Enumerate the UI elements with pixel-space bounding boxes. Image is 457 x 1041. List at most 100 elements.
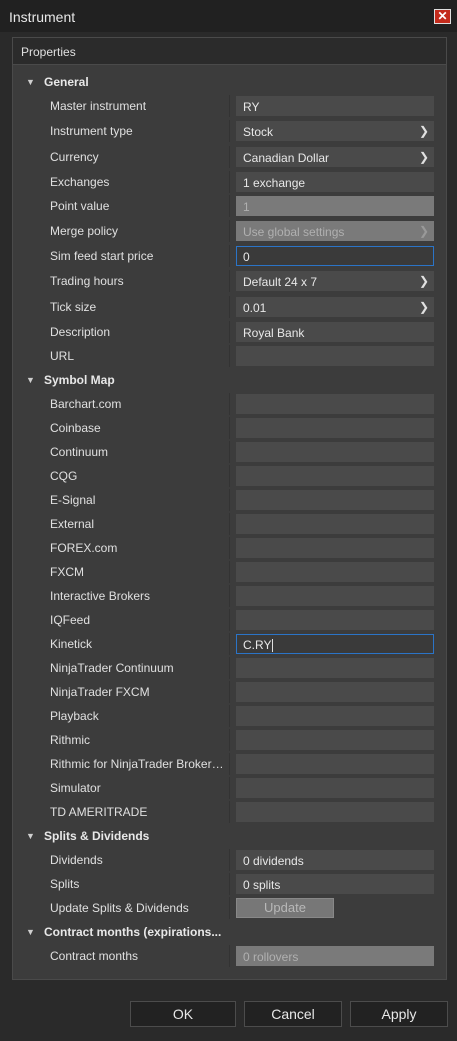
symbol-field[interactable] [236, 442, 434, 462]
column-divider [229, 513, 230, 535]
contract-months-field: 0 rollovers [236, 946, 434, 966]
field-label: IQFeed [50, 613, 91, 627]
symbol-field[interactable] [236, 514, 434, 534]
symbol-field[interactable] [236, 418, 434, 438]
column-divider [229, 120, 230, 142]
column-divider [229, 220, 230, 242]
text-cursor [272, 639, 274, 653]
field-value: C.RY [243, 638, 272, 652]
field-label: Dividends [50, 853, 103, 867]
field-label: Barchart.com [50, 397, 122, 411]
sim-feed-start-price-field[interactable]: 0 [236, 246, 434, 266]
row-sim-feed: Sim feed start price 0 [13, 245, 446, 267]
trading-hours-select[interactable]: Default 24 x 7 ❯ [236, 271, 434, 291]
row-symbol-map: FOREX.com [13, 537, 446, 559]
field-label: Tick size [50, 300, 97, 314]
column-divider [229, 417, 230, 439]
update-button[interactable]: Update [236, 898, 334, 918]
field-label: Rithmic [50, 733, 91, 747]
column-divider [229, 296, 230, 318]
field-label: Description [50, 325, 111, 339]
row-symbol-map: Playback [13, 705, 446, 727]
symbol-field[interactable] [236, 754, 434, 774]
kinetick-symbol-field[interactable]: C.RY [236, 634, 434, 654]
row-symbol-map: IQFeed [13, 609, 446, 631]
column-divider [229, 849, 230, 871]
row-merge-policy: Merge policy Use global settings ❯ [13, 220, 446, 242]
symbol-field[interactable] [236, 778, 434, 798]
column-divider [229, 245, 230, 267]
symbol-field[interactable] [236, 490, 434, 510]
description-field[interactable]: Royal Bank [236, 322, 434, 342]
section-title: General [44, 75, 89, 89]
column-divider [229, 801, 230, 823]
symbol-field[interactable] [236, 658, 434, 678]
symbol-field[interactable] [236, 394, 434, 414]
symbol-field[interactable] [236, 562, 434, 582]
section-title: Symbol Map [44, 373, 115, 387]
caret-down-icon: ▼ [26, 77, 35, 87]
row-dividends: Dividends 0 dividends [13, 849, 446, 871]
row-symbol-map: FXCM [13, 561, 446, 583]
select-value: Stock [243, 125, 274, 139]
symbol-field[interactable] [236, 610, 434, 630]
field-label: Kinetick [50, 637, 93, 651]
row-contract-months: Contract months 0 rollovers [13, 945, 446, 967]
symbol-field[interactable] [236, 730, 434, 750]
symbol-field[interactable] [236, 466, 434, 486]
tick-size-select[interactable]: 0.01 ❯ [236, 297, 434, 317]
url-field[interactable] [236, 346, 434, 366]
caret-down-icon: ▼ [26, 927, 35, 937]
currency-select[interactable]: Canadian Dollar ❯ [236, 147, 434, 167]
column-divider [229, 146, 230, 168]
column-divider [229, 95, 230, 117]
section-contract-months[interactable]: ▼ Contract months (expirations... [13, 921, 446, 943]
column-divider [229, 561, 230, 583]
column-divider [229, 195, 230, 217]
splits-field[interactable]: 0 splits [236, 874, 434, 894]
symbol-field[interactable] [236, 706, 434, 726]
field-label: TD AMERITRADE [50, 805, 148, 819]
apply-button[interactable]: Apply [350, 1001, 448, 1027]
column-divider [229, 537, 230, 559]
column-divider [229, 441, 230, 463]
cancel-button[interactable]: Cancel [244, 1001, 342, 1027]
field-label: URL [50, 349, 75, 363]
row-symbol-map: NinjaTrader FXCM [13, 681, 446, 703]
field-label: Interactive Brokers [50, 589, 151, 603]
symbol-field[interactable] [236, 586, 434, 606]
field-label: Coinbase [50, 421, 101, 435]
column-divider [229, 393, 230, 415]
section-general[interactable]: ▼ General [13, 71, 446, 93]
column-divider [229, 681, 230, 703]
ok-button[interactable]: OK [130, 1001, 236, 1027]
close-icon[interactable]: ✕ [434, 9, 451, 24]
section-symbol-map[interactable]: ▼ Symbol Map [13, 369, 446, 391]
row-symbol-map: Rithmic [13, 729, 446, 751]
instrument-type-select[interactable]: Stock ❯ [236, 121, 434, 141]
field-label: Instrument type [50, 124, 133, 138]
symbol-field[interactable] [236, 682, 434, 702]
row-instrument-type: Instrument type Stock ❯ [13, 120, 446, 142]
column-divider [229, 345, 230, 367]
section-splits-dividends[interactable]: ▼ Splits & Dividends [13, 825, 446, 847]
symbol-field[interactable] [236, 538, 434, 558]
row-exchanges: Exchanges 1 exchange [13, 171, 446, 193]
column-divider [229, 489, 230, 511]
exchanges-field[interactable]: 1 exchange [236, 172, 434, 192]
dividends-field[interactable]: 0 dividends [236, 850, 434, 870]
row-symbol-map: Interactive Brokers [13, 585, 446, 607]
field-label: NinjaTrader Continuum [50, 661, 174, 675]
select-value: Canadian Dollar [243, 151, 330, 165]
master-instrument-field[interactable]: RY [236, 96, 434, 116]
properties-header: Properties [13, 38, 446, 65]
field-label: Update Splits & Dividends [50, 901, 189, 915]
field-label: Sim feed start price [50, 249, 154, 263]
row-point-value: Point value 1 [13, 195, 446, 217]
field-label: External [50, 517, 95, 531]
symbol-field[interactable] [236, 802, 434, 822]
point-value-field: 1 [236, 196, 434, 216]
row-symbol-map: Rithmic for NinjaTrader Brokerage [13, 753, 446, 775]
field-label: NinjaTrader FXCM [50, 685, 150, 699]
column-divider [229, 465, 230, 487]
